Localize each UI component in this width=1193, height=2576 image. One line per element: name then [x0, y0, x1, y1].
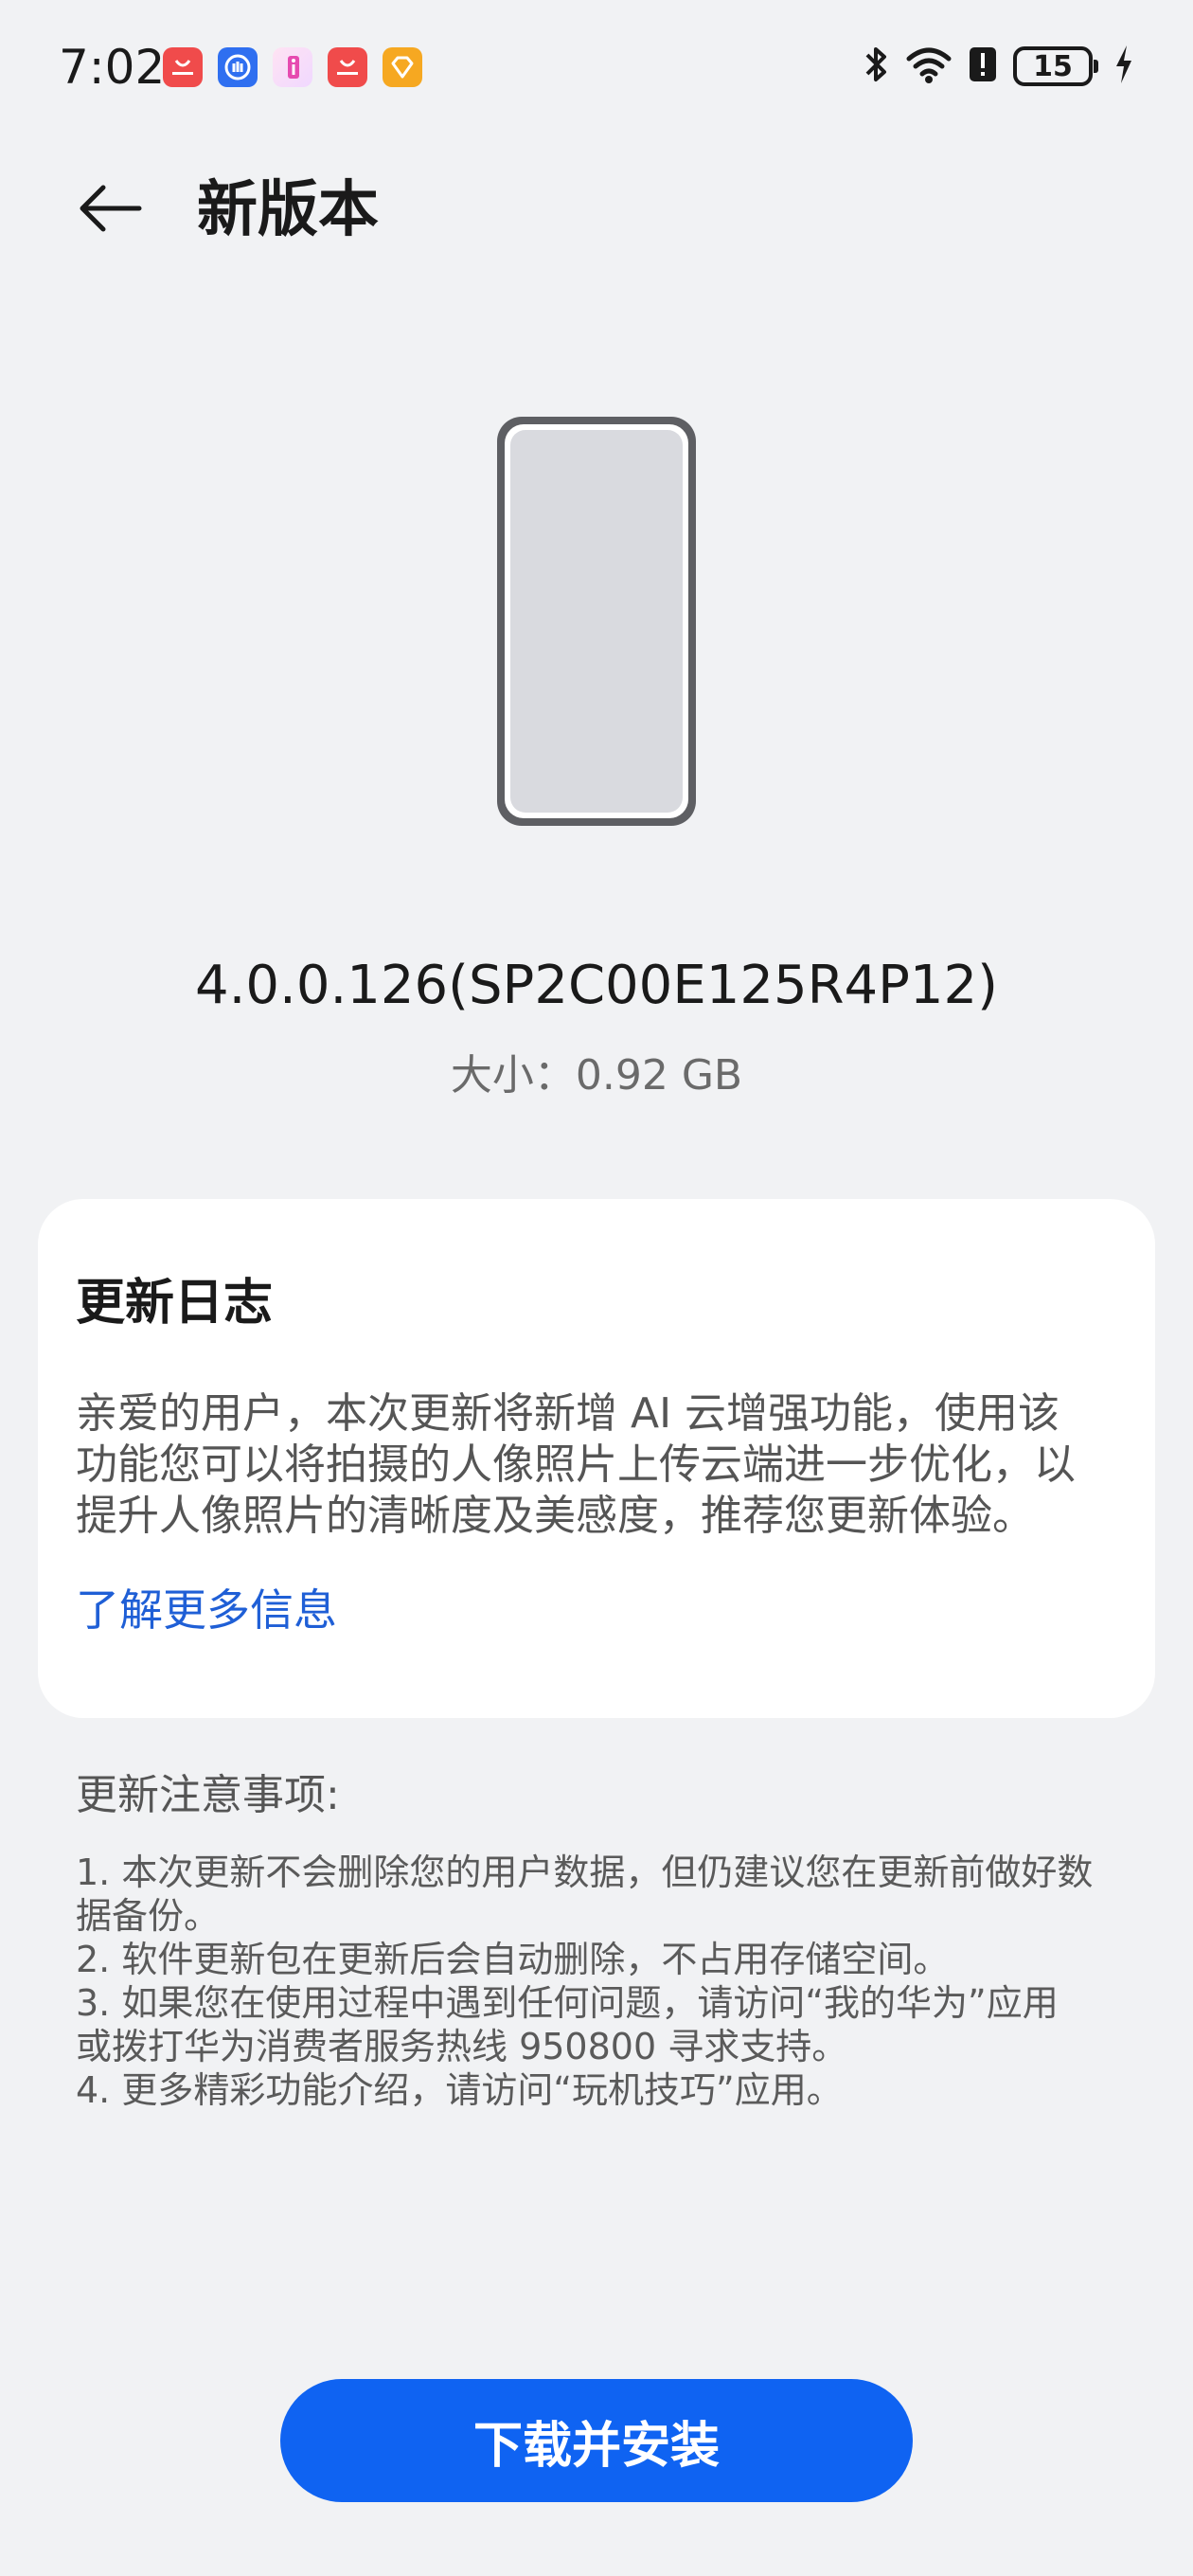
- phone-illustration: [497, 417, 696, 826]
- status-bar: 7:02 15: [0, 0, 1193, 133]
- battery-icon: 15: [1013, 46, 1098, 86]
- bluetooth-icon: [862, 44, 890, 89]
- notification-icons: [163, 47, 422, 87]
- back-button[interactable]: [66, 172, 151, 248]
- version-number: 4.0.0.126(SP2C00E125R4P12): [194, 955, 998, 1016]
- changelog-title: 更新日志: [76, 1275, 274, 1332]
- notes-title: 更新注意事项:: [76, 1771, 340, 1819]
- app-header: 新版本: [0, 152, 1193, 265]
- size-value: 0.92 GB: [575, 1051, 743, 1100]
- alert-icon: [968, 44, 998, 89]
- wifi-icon: [905, 44, 953, 89]
- notes-list: 1. 本次更新不会删除您的用户数据，但仍建议您在更新前做好数 据备份。 2. 软…: [76, 1851, 1136, 2112]
- diamond-app-icon: [383, 47, 422, 87]
- huawei-app-icon: [163, 47, 203, 87]
- note-line: 据备份。: [76, 1895, 221, 1937]
- size-label: 大小：: [450, 1051, 576, 1100]
- battery-level: 15: [1033, 49, 1073, 83]
- system-status-icons: 15: [862, 44, 1134, 89]
- note-line: 2. 软件更新包在更新后会自动删除，不占用存储空间。: [76, 1939, 950, 1980]
- page-title: 新版本: [197, 175, 379, 245]
- info-app-icon: [273, 47, 312, 87]
- changelog-body: 亲爱的用户，本次更新将新增 AI 云增强功能，使用该 功能您可以将拍摄的人像照片…: [76, 1388, 1117, 1542]
- download-install-button[interactable]: 下载并安装: [280, 2379, 913, 2502]
- hand-app-icon: [218, 47, 258, 87]
- learn-more-link[interactable]: 了解更多信息: [76, 1582, 337, 1638]
- huawei-app-icon: [328, 47, 367, 87]
- update-size: 大小：0.92 GB: [0, 1049, 1193, 1102]
- status-time: 7:02: [59, 40, 166, 95]
- changelog-line: 功能您可以将拍摄的人像照片上传云端进一步优化，以: [76, 1440, 1076, 1489]
- note-line: 1. 本次更新不会删除您的用户数据，但仍建议您在更新前做好数: [76, 1852, 1094, 1893]
- changelog-card: 更新日志 亲爱的用户，本次更新将新增 AI 云增强功能，使用该 功能您可以将拍摄…: [38, 1199, 1155, 1718]
- charging-icon: [1113, 44, 1134, 89]
- changelog-line: 提升人像照片的清晰度及美感度，推荐您更新体验。: [76, 1492, 1034, 1540]
- back-arrow-icon: [75, 180, 143, 241]
- phone-screen: [510, 430, 683, 813]
- note-line: 4. 更多精彩功能介绍，请访问“玩机技巧”应用。: [76, 2069, 843, 2111]
- changelog-line: 亲爱的用户，本次更新将新增 AI 云增强功能，使用该: [76, 1389, 1060, 1438]
- note-line: 3. 如果您在使用过程中遇到任何问题，请访问“我的华为”应用: [76, 1982, 1059, 2024]
- note-line: 或拨打华为消费者服务热线 950800 寻求支持。: [76, 2026, 848, 2067]
